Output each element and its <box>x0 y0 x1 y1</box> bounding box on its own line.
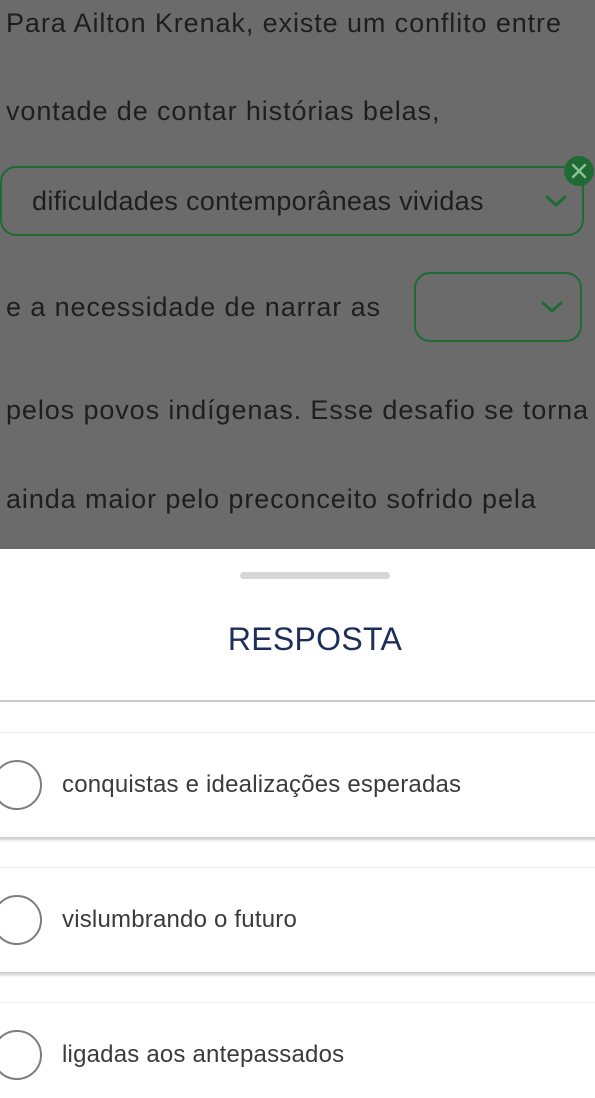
passage-line-4: pelos povos indígenas. Esse desafio se t… <box>6 395 589 425</box>
blank-dropdown-1-value: dificuldades contemporâneas vividas <box>32 186 484 216</box>
answer-option-2[interactable]: vislumbrando o futuro <box>0 867 595 972</box>
answer-option-1[interactable]: conquistas e idealizações esperadas <box>0 732 595 837</box>
chevron-down-icon <box>545 195 567 207</box>
chevron-down-icon <box>541 301 563 313</box>
radio-unchecked-icon[interactable] <box>0 760 42 810</box>
blank-dropdown-2[interactable] <box>414 272 582 342</box>
radio-unchecked-icon[interactable] <box>0 895 42 945</box>
close-icon <box>571 163 587 179</box>
answer-option-2-label: vislumbrando o futuro <box>62 906 297 933</box>
clear-answer-button[interactable] <box>564 156 594 186</box>
answer-option-1-label: conquistas e idealizações esperadas <box>62 771 462 798</box>
sheet-divider <box>0 700 595 702</box>
blank-dropdown-1[interactable]: dificuldades contemporâneas vividas <box>0 166 584 236</box>
radio-unchecked-icon[interactable] <box>0 1030 42 1080</box>
passage-line-5: ainda maior pelo preconceito sofrido pel… <box>6 484 537 514</box>
passage-overlay[interactable]: Para Ailton Krenak, existe um conflito e… <box>0 0 595 549</box>
answer-option-3[interactable]: ligadas aos antepassados <box>0 1002 595 1098</box>
sheet-title: RESPOSTA <box>227 621 403 657</box>
answer-bottom-sheet: RESPOSTA conquistas e idealizações esper… <box>0 549 595 1098</box>
passage-line-2: vontade de contar histórias belas, <box>6 96 441 126</box>
answer-option-3-label: ligadas aos antepassados <box>62 1041 345 1068</box>
passage-line-3: e a necessidade de narrar as <box>6 292 381 322</box>
passage-line-1: Para Ailton Krenak, existe um conflito e… <box>6 8 562 38</box>
screen: Para Ailton Krenak, existe um conflito e… <box>0 0 595 1098</box>
sheet-drag-handle[interactable] <box>240 572 390 579</box>
